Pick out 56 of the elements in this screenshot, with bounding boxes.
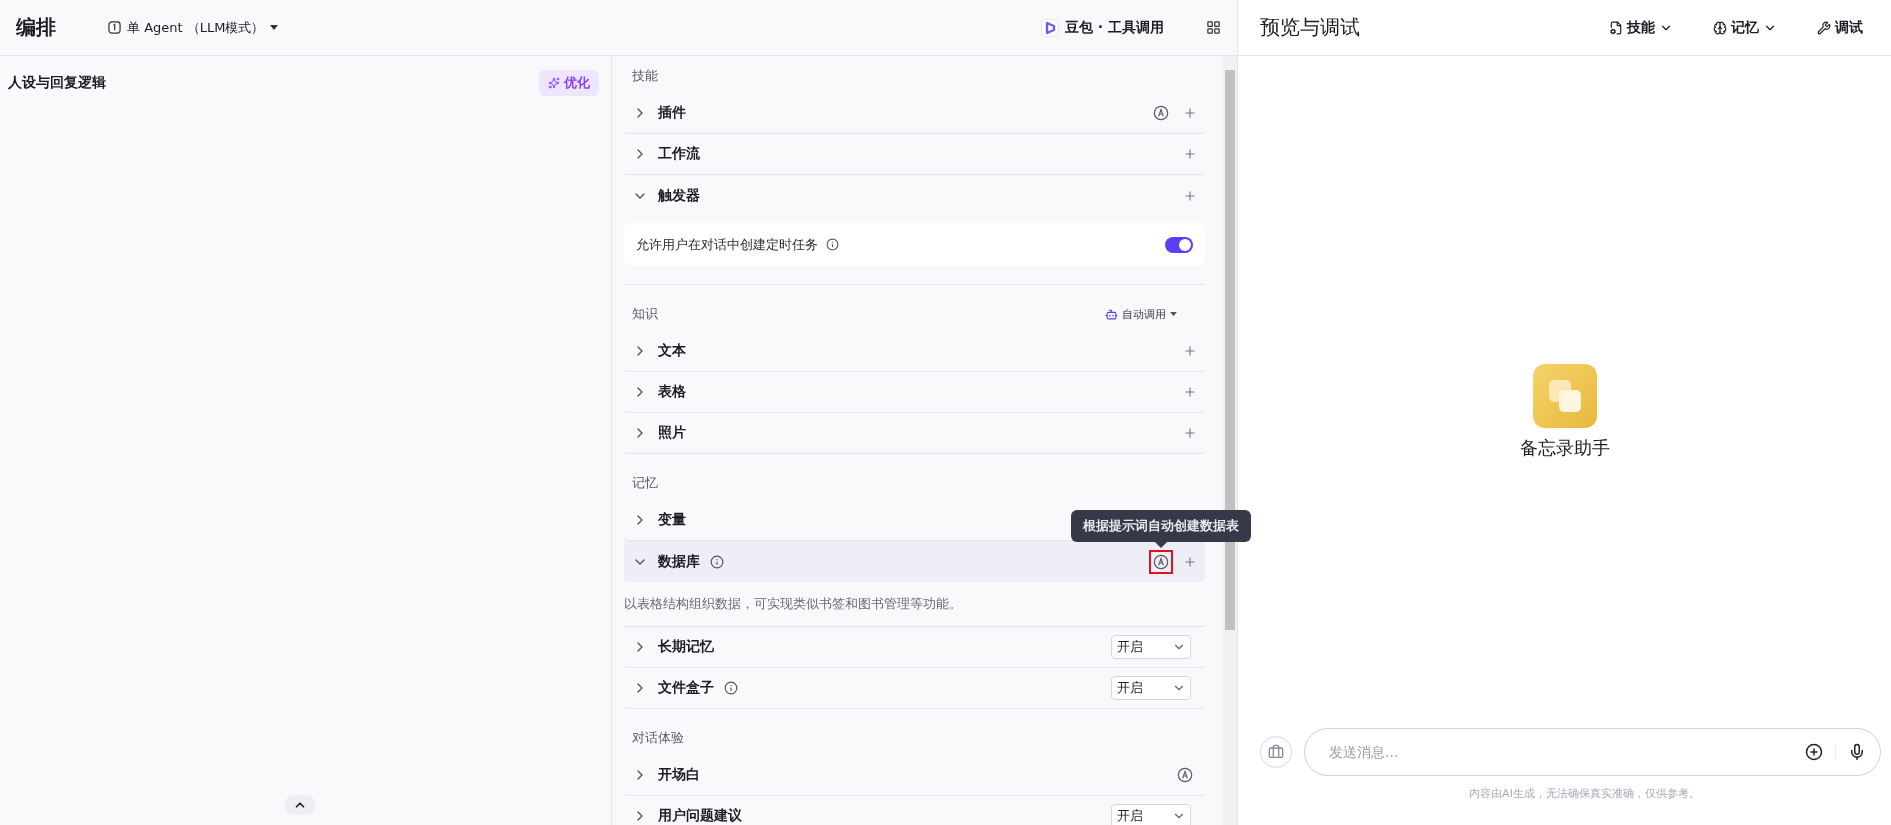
info-icon[interactable] <box>710 554 724 569</box>
collapse-button[interactable] <box>283 795 316 815</box>
model-logo-icon <box>1040 18 1059 37</box>
section-heading: 记忆 <box>632 474 658 492</box>
add-icon[interactable] <box>1805 743 1823 761</box>
row-label: 表格 <box>658 383 686 401</box>
row-label: 变量 <box>658 511 686 529</box>
select-field[interactable]: 开启 <box>1111 804 1191 825</box>
caret-icon <box>1170 311 1177 317</box>
bot-avatar <box>1532 364 1597 428</box>
select-field[interactable]: 开启 <box>1111 635 1191 659</box>
row-label: 用户问题建议 <box>658 807 742 825</box>
setting-label: 允许用户在对话中创建定时任务 <box>636 235 818 254</box>
optimize-button[interactable]: 优化 <box>539 70 599 96</box>
mode-dropdown[interactable]: 单 Agent （LLM模式） <box>102 17 285 38</box>
sparkle-icon <box>548 77 560 89</box>
select-field[interactable]: 开启 <box>1111 676 1191 700</box>
section-heading: 技能 <box>632 67 658 85</box>
row-label: 长期记忆 <box>658 638 714 656</box>
section-heading: 知识 <box>632 305 658 323</box>
row-label: 文本 <box>658 342 686 360</box>
auto-call-dropdown[interactable]: 自动调用 <box>1099 305 1183 323</box>
auto-icon[interactable] <box>1149 549 1173 574</box>
caret-icon <box>270 24 279 31</box>
microphone-icon[interactable] <box>1848 743 1866 761</box>
tooltip-arrow-icon <box>1155 541 1167 548</box>
wrench-icon <box>1817 20 1831 35</box>
model-button[interactable]: 豆包 · 工具调用 <box>1034 17 1170 38</box>
page-title: 编排 <box>16 14 56 41</box>
disclaimer-text: 内容由AI生成，无法确保真实准确，仅供参考。 <box>1469 787 1700 800</box>
grid-icon[interactable] <box>1206 20 1221 35</box>
section-heading: 对话体验 <box>632 729 684 747</box>
message-input[interactable]: 发送消息... <box>1327 743 1793 761</box>
info-icon[interactable] <box>724 681 738 695</box>
briefcase-icon <box>1268 744 1284 760</box>
bot-name: 备忘录助手 <box>1519 436 1610 460</box>
document-icon <box>1609 20 1623 35</box>
toolbar-button[interactable]: 记忆 <box>1707 17 1783 38</box>
section-title: 人设与回复逻辑 <box>8 74 106 92</box>
info-icon[interactable] <box>826 238 839 251</box>
toggle-switch[interactable] <box>1165 236 1193 253</box>
agent-icon <box>108 21 121 34</box>
toolbar-button[interactable]: 技能 <box>1603 17 1679 38</box>
row-label: 插件 <box>658 104 686 122</box>
toolbox-button[interactable] <box>1260 736 1292 768</box>
toolbar-button[interactable]: 调试 <box>1811 17 1869 38</box>
row-label: 文件盒子 <box>658 679 714 697</box>
brain-icon <box>1713 20 1727 35</box>
row-label: 触发器 <box>658 186 700 205</box>
row-label: 数据库 <box>658 552 700 571</box>
description-text: 以表格结构组织数据，可实现类似书签和图书管理等功能。 <box>624 582 1205 627</box>
bot-icon <box>1105 307 1118 321</box>
panel-title: 预览与调试 <box>1260 14 1361 41</box>
row-label: 开场白 <box>658 766 700 784</box>
row-label: 工作流 <box>658 145 700 163</box>
row-label: 照片 <box>658 424 686 442</box>
